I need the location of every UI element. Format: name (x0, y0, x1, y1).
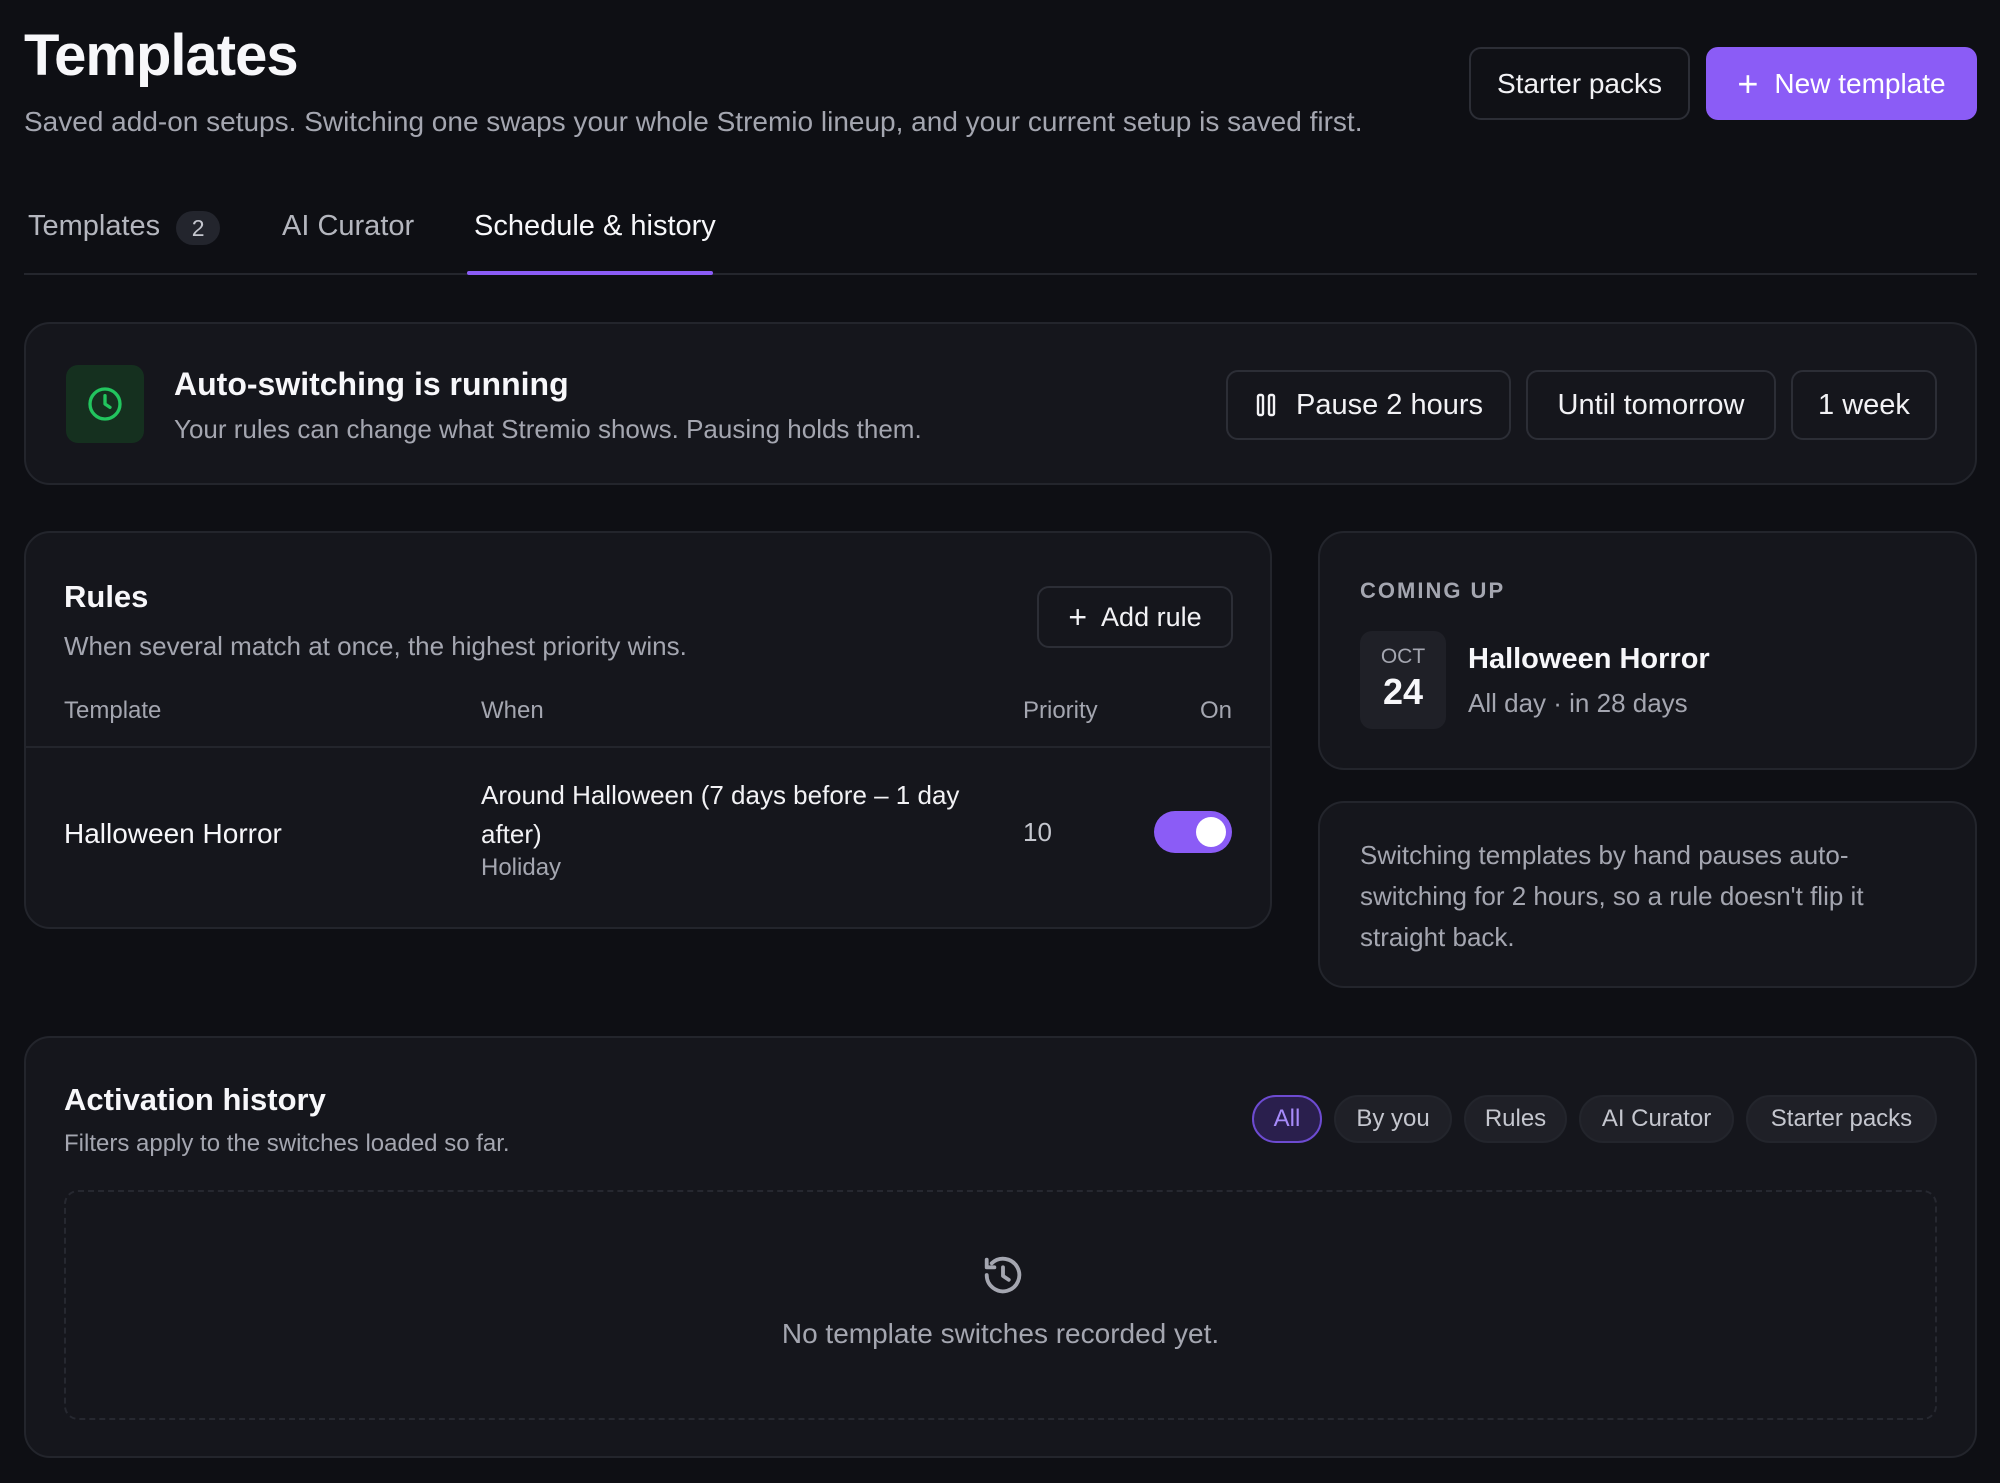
status-subtitle: Your rules can change what Stremio shows… (174, 414, 922, 444)
pause-until-tomorrow-button[interactable]: Until tomorrow (1526, 370, 1776, 440)
pause-2-hours-label: Pause 2 hours (1295, 388, 1483, 421)
tab-schedule-history-label: Schedule & history (474, 210, 716, 242)
column-header-when: When (481, 697, 544, 724)
tab-schedule-history[interactable]: Schedule & history (474, 210, 716, 275)
tab-templates-label: Templates (28, 210, 161, 242)
activation-history-card: Activation history Filters apply to the … (24, 1036, 1977, 1458)
tab-templates[interactable]: Templates 2 (28, 210, 221, 275)
page-subtitle: Saved add-on setups. Switching one swaps… (24, 106, 1363, 137)
coming-up-label: COMING UP (1360, 578, 1506, 603)
toggle-knob (1196, 817, 1226, 847)
filter-chip-starter-packs[interactable]: Starter packs (1746, 1095, 1937, 1143)
table-row: Halloween Horror Around Halloween (7 day… (26, 748, 1270, 928)
templates-count-badge: 2 (176, 211, 221, 245)
date-tile: OCT 24 (1360, 631, 1446, 729)
tab-bar: Templates 2 AI Curator Schedule & histor… (24, 210, 1977, 275)
tab-ai-curator[interactable]: AI Curator (282, 210, 414, 275)
empty-state-text: No template switches recorded yet. (781, 1318, 1220, 1349)
coming-up-subtitle: All day · in 28 days (1468, 688, 1688, 718)
rule-template-name: Halloween Horror (64, 818, 282, 849)
plus-icon: + (1737, 62, 1759, 104)
clock-icon (88, 387, 122, 421)
tab-ai-curator-label: AI Curator (282, 210, 415, 242)
pause-icon (1256, 393, 1276, 417)
filter-chip-by-you[interactable]: By you (1334, 1095, 1452, 1143)
coming-up-card: COMING UP OCT 24 Halloween Horror All da… (1318, 531, 1977, 770)
status-title: Auto-switching is running (174, 366, 569, 402)
starter-packs-button[interactable]: Starter packs (1469, 47, 1690, 120)
column-header-on: On (1200, 697, 1233, 724)
new-template-button[interactable]: + New template (1706, 47, 1977, 120)
filter-chip-rules[interactable]: Rules (1464, 1095, 1567, 1143)
pause-2-hours-button[interactable]: Pause 2 hours (1226, 370, 1511, 440)
filter-chip-all[interactable]: All (1252, 1095, 1322, 1143)
add-rule-button[interactable]: + Add rule (1037, 586, 1233, 648)
date-day: 24 (1382, 671, 1424, 712)
rule-priority: 10 (1023, 817, 1052, 847)
auto-switching-status-card: Auto-switching is running Your rules can… (24, 322, 1977, 485)
column-header-priority: Priority (1023, 697, 1098, 724)
pause-until-tomorrow-label: Until tomorrow (1557, 388, 1745, 421)
coming-up-title: Halloween Horror (1468, 643, 1710, 675)
new-template-label: New template (1774, 67, 1946, 99)
active-tab-indicator (467, 271, 713, 275)
manual-switch-note-card: Switching templates by hand pauses auto-… (1318, 801, 1977, 988)
date-month: OCT (1380, 645, 1426, 668)
filter-chip-ai-curator[interactable]: AI Curator (1579, 1095, 1734, 1143)
column-header-template: Template (64, 697, 162, 724)
pause-1-week-button[interactable]: 1 week (1791, 370, 1937, 440)
history-title: Activation history (64, 1082, 326, 1117)
manual-switch-note: Switching templates by hand pauses auto-… (1360, 840, 1864, 952)
rules-title: Rules (64, 579, 149, 614)
rule-when: Around Halloween (7 days before – 1 day … (481, 780, 960, 849)
rules-subtitle: When several match at once, the highest … (64, 631, 687, 661)
history-icon (984, 1256, 1022, 1294)
page-title: Templates (24, 23, 299, 88)
pause-1-week-label: 1 week (1818, 388, 1910, 421)
rules-card: Rules When several match at once, the hi… (24, 531, 1272, 929)
rule-enabled-toggle[interactable] (1154, 811, 1232, 853)
starter-packs-label: Starter packs (1497, 67, 1662, 99)
plus-icon: + (1068, 599, 1088, 635)
history-empty-state: No template switches recorded yet. (64, 1190, 1937, 1420)
status-icon-tile (66, 365, 144, 443)
rule-kind: Holiday (481, 854, 562, 881)
add-rule-label: Add rule (1101, 601, 1202, 632)
history-subtitle: Filters apply to the switches loaded so … (64, 1130, 510, 1157)
